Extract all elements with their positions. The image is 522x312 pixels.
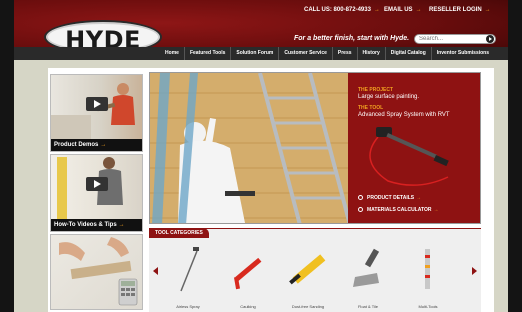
spray-gun-illustration	[369, 127, 449, 186]
calculator-photo	[51, 235, 142, 309]
airless-spray-icon	[180, 247, 199, 292]
email-us-link[interactable]: EMAIL US →	[384, 7, 422, 13]
arrow-right-icon: →	[416, 195, 422, 201]
materials-calculator-link[interactable]: MATERIALS CALCULATOR →	[358, 207, 438, 213]
reseller-login-link[interactable]: RESELLER LOGIN →	[429, 7, 491, 13]
product-demos-card[interactable]: Product Demos →	[50, 74, 143, 152]
arrow-right-icon: →	[484, 7, 491, 13]
hero-info-panel: THE PROJECT Large surface painting. THE …	[348, 73, 480, 223]
arrow-right-icon: →	[373, 7, 380, 13]
multi-tool-icon	[425, 249, 430, 289]
arrow-right-icon: →	[415, 7, 422, 13]
browser-viewport: HYDE CALL US: 800-872-4933 → EMAIL US → RE…	[0, 0, 522, 312]
main-nav: Home Featured Tools Solution Forum Custo…	[14, 47, 508, 60]
carousel-next-icon[interactable]	[472, 267, 477, 275]
nav-item-home[interactable]: Home	[160, 47, 184, 60]
call-us-link[interactable]: CALL US: 800-872-4933 →	[304, 7, 380, 13]
search-box	[414, 34, 496, 44]
arrow-right-icon: →	[118, 222, 125, 228]
tool-multi-tools[interactable]: Multi-Tools	[403, 243, 453, 309]
play-icon[interactable]	[86, 177, 108, 191]
project-value: Large surface painting.	[358, 94, 420, 100]
nav-item-inventor-submissions[interactable]: Inventor Submissions	[430, 47, 494, 60]
search-go-icon[interactable]	[486, 35, 494, 43]
nav-item-featured-tools[interactable]: Featured Tools	[183, 47, 230, 60]
tool-float-and-tile[interactable]: Float & Tile	[343, 243, 393, 309]
sanding-tool-icon	[289, 254, 326, 285]
measuring-illustration	[59, 237, 138, 306]
carousel-prev-icon[interactable]	[153, 267, 158, 275]
main-content: Product Demos → How-To Videos & Tips → T…	[48, 68, 494, 312]
tool-categories-title: TOOL CATEGORIES	[149, 228, 209, 238]
nav-item-solution-forum[interactable]: Solution Forum	[230, 47, 278, 60]
page-background: Product Demos → How-To Videos & Tips → T…	[14, 60, 508, 312]
hero-painter-photo	[150, 73, 352, 223]
page-edge	[508, 60, 522, 312]
tool-categories: TOOL CATEGORIES Airless Spray Caulking D…	[149, 228, 481, 312]
tool-airless-spray[interactable]: Airless Spray	[163, 243, 213, 309]
nav-item-history[interactable]: History	[356, 47, 385, 60]
search-input[interactable]	[419, 35, 479, 43]
caulking-gun-icon	[233, 257, 262, 290]
how-to-label: How-To Videos & Tips →	[51, 219, 142, 231]
product-demos-label: Product Demos →	[51, 139, 142, 151]
tagline: For a better finish, start with Hyde.	[294, 35, 410, 42]
product-details-link[interactable]: PRODUCT DETAILS →	[358, 195, 421, 201]
how-to-photo	[51, 155, 142, 221]
hero-feature: THE PROJECT Large surface painting. THE …	[149, 72, 481, 224]
nav-item-customer-service[interactable]: Customer Service	[278, 47, 332, 60]
arrow-right-icon: →	[100, 142, 107, 148]
play-icon[interactable]	[86, 97, 108, 111]
magnifier-icon	[358, 195, 363, 200]
tool-caulking[interactable]: Caulking	[223, 243, 273, 309]
calculator-card[interactable]	[50, 234, 143, 310]
project-label: THE PROJECT	[358, 87, 394, 93]
arrow-right-icon: →	[433, 207, 439, 213]
tool-dust-free-sanding[interactable]: Dust-free Sanding	[283, 243, 333, 309]
product-demos-photo	[51, 75, 142, 141]
painter-on-ladder-illustration	[150, 73, 352, 223]
tool-label: THE TOOL	[358, 105, 384, 111]
nav-item-digital-catalog[interactable]: Digital Catalog	[384, 47, 431, 60]
tool-value: Advanced Spray System with RVT	[358, 112, 450, 118]
nav-item-press[interactable]: Press	[331, 47, 357, 60]
how-to-videos-card[interactable]: How-To Videos & Tips →	[50, 154, 143, 232]
float-tile-icon	[353, 248, 380, 287]
magnifier-icon	[358, 207, 363, 212]
